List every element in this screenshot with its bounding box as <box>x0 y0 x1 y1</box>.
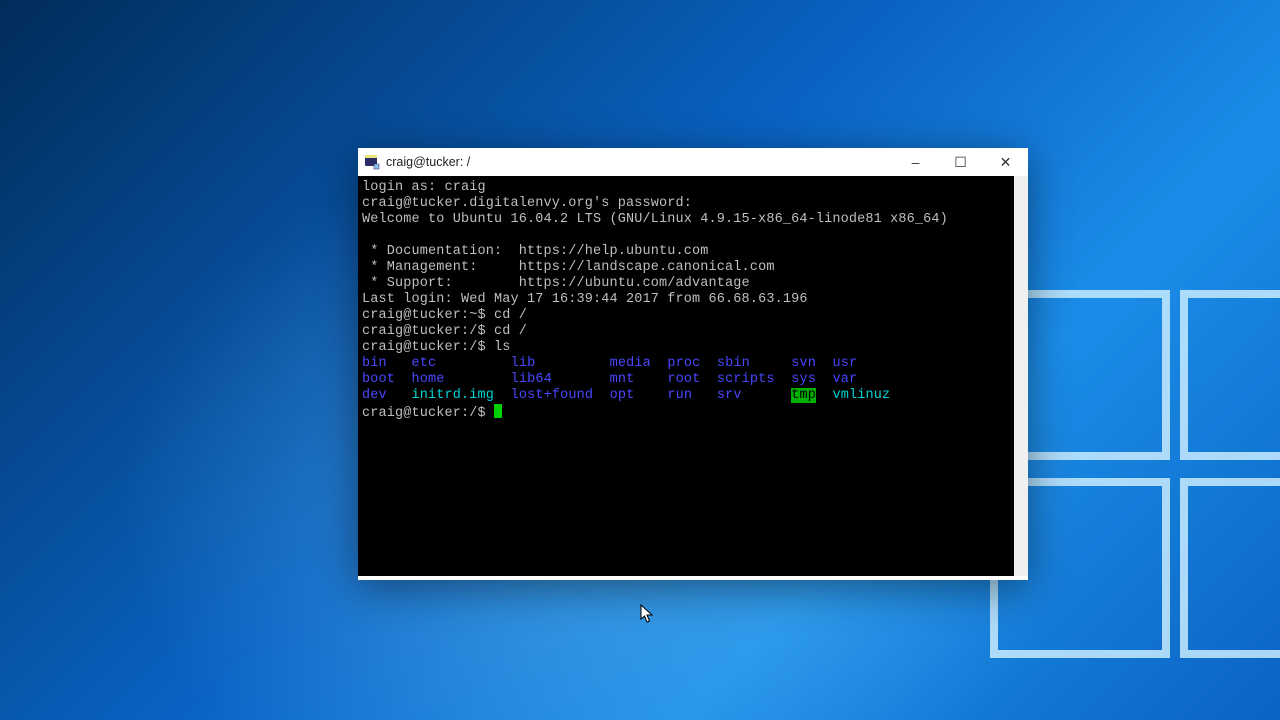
maximize-button[interactable]: ☐ <box>938 148 983 176</box>
ls-item: media <box>610 356 651 371</box>
ls-item: usr <box>832 356 857 371</box>
ls-item: run <box>667 388 692 403</box>
doc-link-line: * Documentation: https://help.ubuntu.com <box>362 244 709 259</box>
mgmt-link-line: * Management: https://landscape.canonica… <box>362 260 775 275</box>
ls-item: mnt <box>610 372 635 387</box>
maximize-icon: ☐ <box>954 154 967 171</box>
ls-item: srv <box>717 388 742 403</box>
putty-icon <box>364 154 380 170</box>
ls-item: lib64 <box>511 372 552 387</box>
close-button[interactable]: ✕ <box>983 148 1028 176</box>
prompt: craig@tucker:/$ <box>362 340 494 355</box>
minimize-icon: – <box>912 154 920 170</box>
scrollbar[interactable] <box>1014 176 1028 576</box>
close-icon: ✕ <box>1000 154 1012 171</box>
ls-item: bin <box>362 356 387 371</box>
terminal-window[interactable]: craig@tucker: / – ☐ ✕ login as: craig cr… <box>358 148 1028 580</box>
ls-item: tmp <box>791 388 816 403</box>
ls-item: initrd.img <box>412 388 495 403</box>
last-login-line: Last login: Wed May 17 16:39:44 2017 fro… <box>362 292 808 307</box>
terminal-output: login as: craig craig@tucker.digitalenvy… <box>362 180 1010 422</box>
minimize-button[interactable]: – <box>893 148 938 176</box>
prompt: craig@tucker:/$ <box>362 406 494 421</box>
wallpaper-pane <box>1180 290 1280 460</box>
window-titlebar[interactable]: craig@tucker: / – ☐ ✕ <box>358 148 1028 176</box>
ls-item: boot <box>362 372 395 387</box>
ls-item: vmlinuz <box>832 388 890 403</box>
prompt: craig@tucker:/$ <box>362 324 494 339</box>
wallpaper-pane <box>1180 478 1280 658</box>
login-user: craig <box>445 180 486 195</box>
ls-item: opt <box>610 388 635 403</box>
ls-item: etc <box>412 356 437 371</box>
window-controls: – ☐ ✕ <box>893 148 1028 176</box>
ls-item: var <box>832 372 857 387</box>
command: ls <box>494 340 511 355</box>
login-label: login as: <box>362 180 445 195</box>
ls-item: lost+found <box>511 388 594 403</box>
cursor-block <box>494 404 502 418</box>
command: cd / <box>494 308 527 323</box>
ls-item: scripts <box>717 372 775 387</box>
ls-item: dev <box>362 388 387 403</box>
window-title: craig@tucker: / <box>386 155 470 169</box>
ls-item: lib <box>511 356 536 371</box>
ls-item: proc <box>667 356 700 371</box>
ls-item: sbin <box>717 356 750 371</box>
ls-item: svn <box>791 356 816 371</box>
password-prompt: craig@tucker.digitalenvy.org's password: <box>362 196 692 211</box>
ls-item: home <box>412 372 445 387</box>
welcome-line: Welcome to Ubuntu 16.04.2 LTS (GNU/Linux… <box>362 212 948 227</box>
prompt: craig@tucker:~$ <box>362 308 494 323</box>
ls-item: root <box>667 372 700 387</box>
terminal-viewport[interactable]: login as: craig craig@tucker.digitalenvy… <box>358 176 1014 576</box>
ls-item: sys <box>791 372 816 387</box>
command: cd / <box>494 324 527 339</box>
support-link-line: * Support: https://ubuntu.com/advantage <box>362 276 750 291</box>
